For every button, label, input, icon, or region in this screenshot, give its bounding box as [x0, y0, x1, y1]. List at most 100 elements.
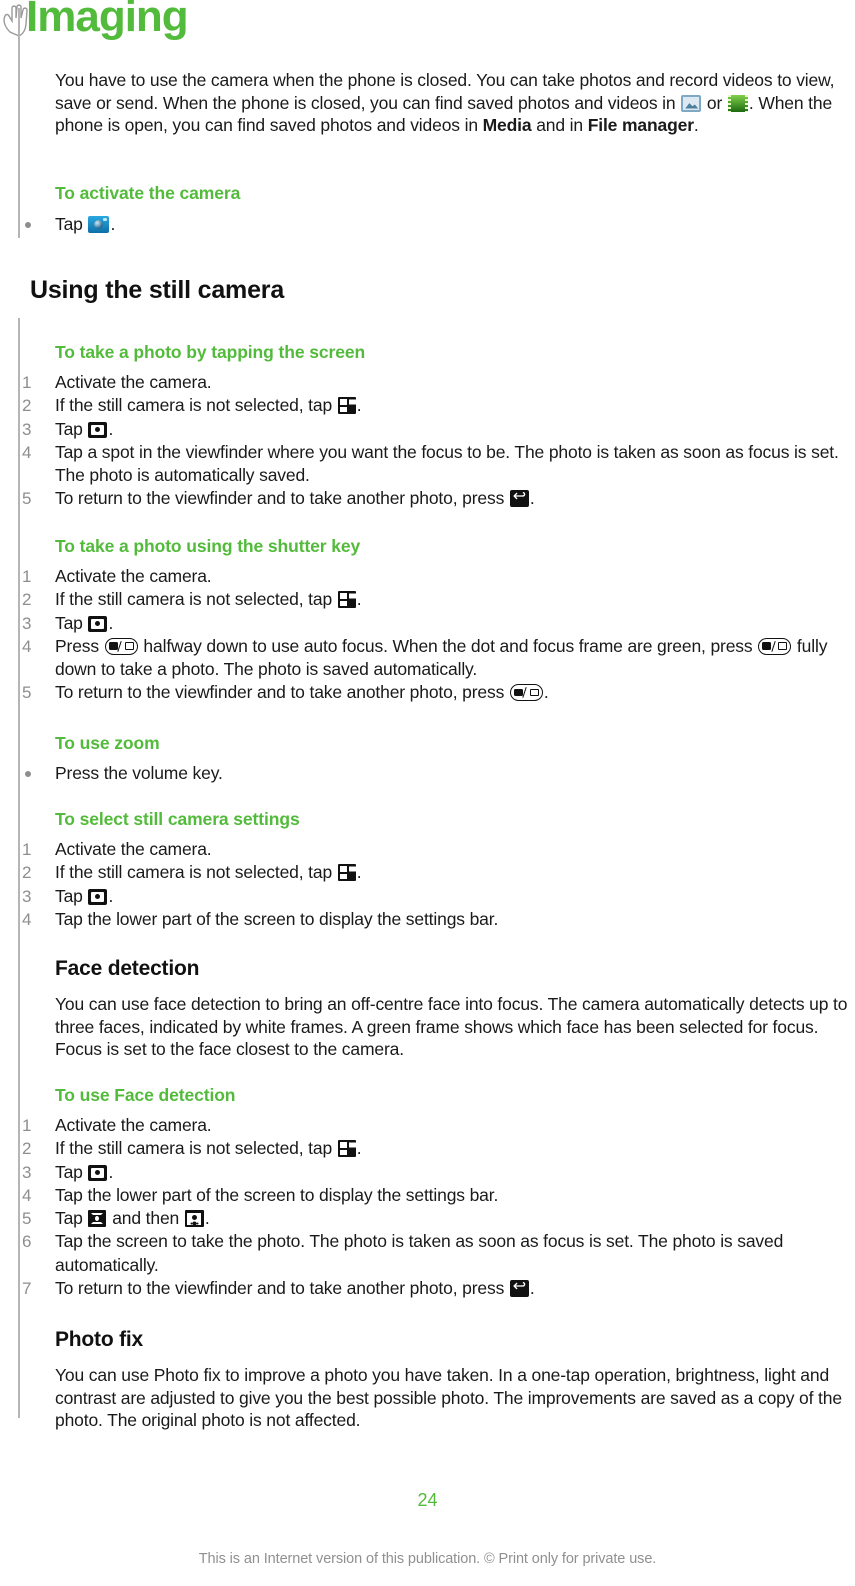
step-text-end: . — [108, 612, 114, 633]
step-number: 3 — [22, 419, 32, 439]
list-item: 2 If the still camera is not selected, t… — [22, 1137, 850, 1160]
step-text: Activate the camera. — [55, 566, 212, 586]
step-number: 1 — [22, 567, 32, 586]
subsection-title-face-detection: Face detection — [55, 957, 200, 980]
list-item: 2 If the still camera is not selected, t… — [22, 861, 850, 884]
intro-text-or: or — [702, 92, 727, 113]
tap-screen-list: 1 Activate the camera. 2 If the still ca… — [22, 371, 850, 511]
step-text: Activate the camera. — [55, 839, 212, 859]
procedure-title-tap-screen: To take a photo by tapping the screen — [55, 342, 366, 362]
step-text-end: . — [356, 1138, 362, 1159]
step-text-end: . — [108, 885, 114, 906]
step-text-end: . — [356, 862, 362, 883]
list-item: 5 To return to the viewfinder and to tak… — [22, 487, 850, 510]
intro-bold-file-manager: File manager — [587, 115, 694, 135]
shutter-key-list: 1 Activate the camera. 2 If the still ca… — [22, 565, 850, 705]
step-text-end: . — [356, 395, 362, 416]
step-text: To return to the viewfinder and to take … — [55, 682, 509, 703]
procedure-title-use-zoom: To use zoom — [55, 733, 160, 753]
intro-text-end: . — [693, 115, 699, 135]
shutter-key-icon — [104, 637, 138, 655]
mode-switch-icon — [337, 397, 356, 415]
step-number: 5 — [22, 1209, 32, 1229]
shutter-key-icon — [509, 684, 543, 702]
photo-fix-paragraph: You can use Photo fix to improve a photo… — [55, 1365, 842, 1430]
use-face-detection-list: 1 Activate the camera. 2 If the still ca… — [22, 1114, 850, 1300]
step-number: 2 — [22, 590, 32, 610]
step-number: 2 — [22, 1139, 32, 1159]
step-text: Tap — [55, 1161, 88, 1182]
camera-settings-list: 1 Activate the camera. 2 If the still ca… — [22, 838, 850, 931]
step-text: Tap the lower part of the screen to disp… — [55, 908, 499, 929]
list-item: 4 Tap the lower part of the screen to di… — [22, 1184, 850, 1207]
margin-rule-main — [18, 318, 20, 1418]
step-number: 4 — [22, 442, 32, 462]
step-number: 5 — [22, 683, 32, 703]
step-number: 3 — [22, 886, 32, 906]
step-text: If the still camera is not selected, tap — [55, 395, 337, 416]
step-text: To return to the viewfinder and to take … — [55, 488, 509, 509]
intro-paragraph: You have to use the camera when the phon… — [55, 69, 850, 137]
list-item: 2 If the still camera is not selected, t… — [22, 588, 850, 611]
step-number: 6 — [22, 1232, 32, 1252]
page-number: 24 — [417, 1490, 438, 1510]
mode-switch-icon — [337, 864, 356, 882]
use-zoom-list: Press the volume key. — [22, 762, 850, 785]
step-number: 4 — [22, 1185, 32, 1205]
step-text: If the still camera is not selected, tap — [55, 589, 337, 610]
step-text-end: . — [356, 589, 362, 610]
list-item: 6 Tap the screen to take the photo. The … — [22, 1230, 850, 1277]
step-number: 4 — [22, 909, 32, 929]
procedure-title-use-face-detection: To use Face detection — [55, 1085, 236, 1105]
list-item: 3 Tap . — [22, 418, 850, 441]
step-text: Tap — [55, 214, 88, 234]
step-text: Activate the camera. — [55, 372, 212, 392]
camera-icon — [88, 216, 110, 233]
list-item: 7 To return to the viewfinder and to tak… — [22, 1277, 850, 1300]
procedure-title-camera-settings: To select still camera settings — [55, 809, 300, 829]
step-number: 1 — [22, 1116, 32, 1135]
subsection-title-photo-fix: Photo fix — [55, 1328, 144, 1351]
step-text: Tap — [55, 885, 88, 906]
step-text: To return to the viewfinder and to take … — [55, 1278, 509, 1299]
face-detection-icon — [184, 1210, 204, 1228]
back-arrow-icon — [509, 487, 529, 508]
footer-note: This is an Internet version of this publ… — [198, 1551, 657, 1567]
step-number: 2 — [22, 396, 32, 416]
focus-frame-icon — [88, 1210, 107, 1228]
step-number: 1 — [22, 373, 32, 392]
shutter-key-icon — [758, 637, 792, 655]
still-camera-icon — [88, 421, 108, 438]
step-number: 7 — [22, 1279, 32, 1299]
list-item: 3 Tap . — [22, 612, 850, 635]
list-item: 3 Tap . — [22, 1161, 850, 1184]
list-item: 3 Tap . — [22, 885, 850, 908]
bullet-icon — [25, 222, 31, 228]
step-text: Tap — [55, 1208, 88, 1229]
video-film-icon — [727, 94, 748, 112]
list-item: 5 To return to the viewfinder and to tak… — [22, 681, 850, 704]
step-number: 1 — [22, 840, 32, 859]
step-text: Tap — [55, 418, 88, 439]
step-number: 2 — [22, 863, 32, 883]
step-text-end: . — [108, 1161, 114, 1182]
step-text-mid: and then — [107, 1208, 184, 1229]
manual-page: Imaging You have to use the camera when … — [0, 0, 855, 1586]
margin-rule-top — [18, 8, 20, 238]
still-camera-icon — [88, 615, 108, 632]
step-text: If the still camera is not selected, tap — [55, 1138, 337, 1159]
step-text-end: . — [108, 418, 114, 439]
list-item: 5 Tap and then . — [22, 1207, 850, 1230]
step-text-end: . — [529, 1278, 535, 1299]
step-number: 3 — [22, 613, 32, 633]
face-detection-paragraph: You can use face detection to bring an o… — [55, 994, 848, 1059]
list-item: 4 Tap a spot in the viewfinder where you… — [22, 441, 850, 488]
procedure-title-shutter-key: To take a photo using the shutter key — [55, 536, 361, 556]
media-album-icon — [681, 94, 702, 112]
list-item: 1 Activate the camera. — [22, 565, 850, 588]
back-arrow-icon — [509, 1277, 529, 1298]
still-camera-icon — [88, 1164, 108, 1181]
list-item: 1 Activate the camera. — [22, 1114, 850, 1137]
list-item: 1 Activate the camera. — [22, 371, 850, 394]
step-text: Press — [55, 635, 104, 656]
